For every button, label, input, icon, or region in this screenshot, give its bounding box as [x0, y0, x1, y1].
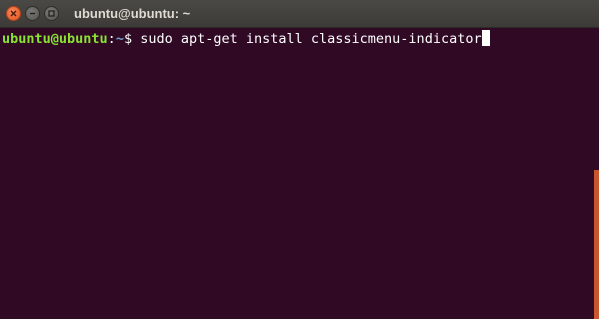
- title-bar[interactable]: ubuntu@ubuntu: ~: [0, 0, 599, 28]
- minimize-icon: [30, 12, 35, 15]
- maximize-button[interactable]: [44, 6, 59, 21]
- close-button[interactable]: [6, 6, 21, 21]
- window-controls: [6, 6, 59, 22]
- terminal-area[interactable]: ubuntu@ubuntu:~$ sudo apt-get install cl…: [0, 28, 599, 319]
- command-text: sudo apt-get install classicmenu-indicat…: [140, 31, 482, 47]
- text-cursor: [481, 30, 490, 46]
- prompt-path: ~: [115, 31, 124, 47]
- scrollbar[interactable]: [594, 170, 599, 319]
- command-line: ubuntu@ubuntu:~$ sudo apt-get install cl…: [2, 30, 490, 48]
- window-title: ubuntu@ubuntu: ~: [74, 6, 191, 21]
- maximize-icon: [48, 10, 55, 17]
- close-icon: [10, 10, 17, 17]
- prompt-symbol: $: [123, 31, 141, 47]
- minimize-button[interactable]: [25, 6, 40, 21]
- terminal-window: ubuntu@ubuntu: ~ ubuntu@ubuntu:~$ sudo a…: [0, 0, 599, 319]
- prompt-user-host: ubuntu@ubuntu: [2, 31, 108, 47]
- prompt-separator: :: [107, 31, 116, 47]
